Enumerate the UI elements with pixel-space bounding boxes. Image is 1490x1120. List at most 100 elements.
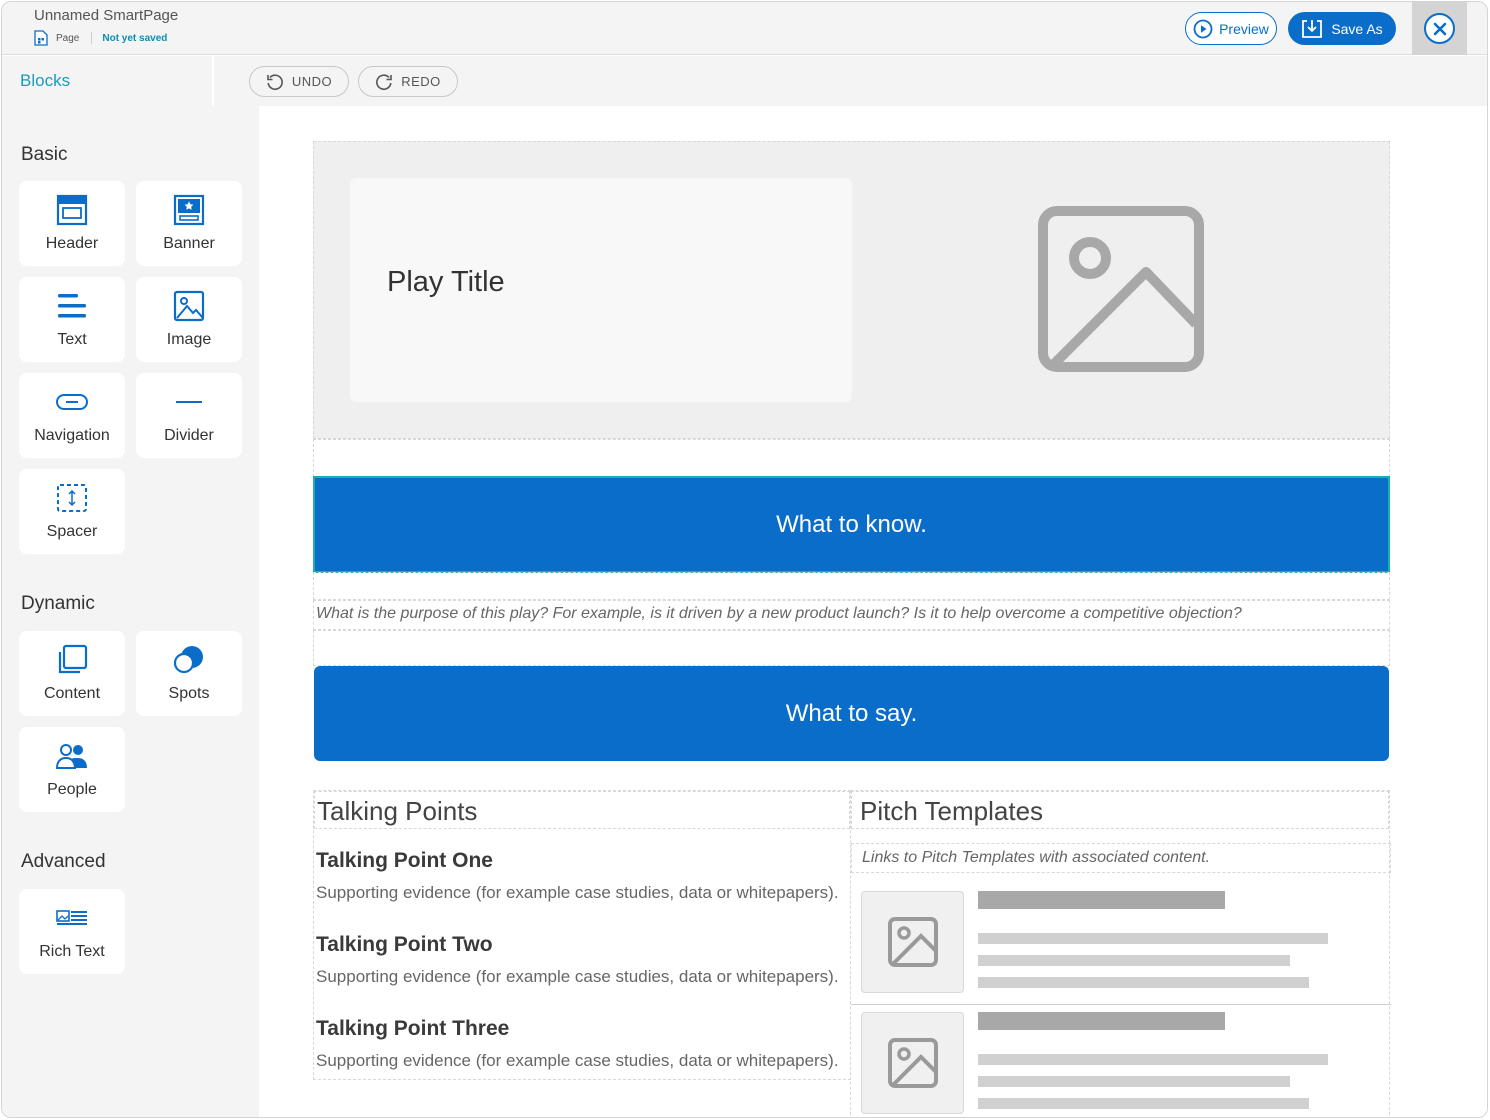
talking-point[interactable]: Talking Point Two Supporting evidence (f… [314, 933, 839, 987]
banner-know-text[interactable]: What to know. [776, 511, 927, 539]
block-label: Text [57, 331, 87, 348]
download-icon [1302, 19, 1323, 38]
talking-points-column[interactable]: Talking Points Talking Point One Support… [313, 790, 851, 1080]
banner-what-to-say[interactable]: What to say. [314, 666, 1389, 761]
block-label: Navigation [34, 427, 110, 444]
section-advanced-title: Advanced [21, 851, 106, 872]
image-placeholder-icon[interactable] [1038, 206, 1204, 372]
preview-label: Preview [1219, 20, 1269, 37]
block-rich-text[interactable]: Rich Text [19, 889, 125, 974]
pitch-template-card[interactable] [851, 887, 1391, 1005]
placeholder-line [978, 1098, 1309, 1109]
block-header[interactable]: Header [19, 181, 125, 266]
talking-points-heading[interactable]: Talking Points [314, 791, 850, 829]
blocks-sidebar: Basic Header Banner Text Image Navigatio… [2, 106, 259, 1117]
placeholder-line [978, 977, 1309, 988]
block-label: People [47, 781, 97, 798]
banner-what-to-know[interactable]: What to know. [313, 476, 1390, 573]
block-label: Banner [163, 235, 215, 252]
section-dynamic-title: Dynamic [21, 593, 95, 614]
document-meta: Page Not yet saved [34, 30, 167, 46]
purpose-text-block[interactable]: What is the purpose of this play? For ex… [313, 600, 1390, 630]
block-navigation[interactable]: Navigation [19, 373, 125, 458]
block-text[interactable]: Text [19, 277, 125, 362]
placeholder-line [978, 1076, 1290, 1087]
banner-say-text[interactable]: What to say. [786, 700, 918, 728]
save-as-button[interactable]: Save As [1288, 12, 1396, 45]
content-stack-icon [56, 643, 88, 677]
pitch-template-card[interactable] [851, 1008, 1391, 1117]
navigation-pill-icon [55, 385, 89, 419]
block-label: Spacer [46, 523, 98, 540]
pitch-templates-desc[interactable]: Links to Pitch Templates with associated… [851, 843, 1391, 873]
block-label: Spots [168, 685, 210, 702]
block-label: Header [45, 235, 99, 252]
block-spots[interactable]: Spots [136, 631, 242, 716]
image-icon [173, 289, 205, 323]
banner-block-icon [173, 193, 205, 227]
people-icon [55, 739, 89, 773]
page-canvas: Play Title What to know. What is the pur… [259, 106, 1487, 1117]
close-button[interactable] [1412, 2, 1467, 55]
save-status: Not yet saved [102, 32, 168, 44]
block-spacer[interactable]: Spacer [19, 469, 125, 554]
block-divider[interactable]: Divider [136, 373, 242, 458]
text-lines-icon [56, 289, 88, 323]
top-bar: Unnamed SmartPage Page Not yet saved Pre… [2, 2, 1487, 55]
thumbnail-image-icon [861, 891, 964, 993]
pitch-templates-heading[interactable]: Pitch Templates [851, 791, 1389, 829]
purpose-text[interactable]: What is the purpose of this play? For ex… [316, 605, 1242, 622]
placeholder-line [978, 955, 1290, 966]
block-content[interactable]: Content [19, 631, 125, 716]
page-icon [34, 30, 48, 46]
pitch-templates-column[interactable]: Pitch Templates Links to Pitch Templates… [850, 790, 1391, 1117]
meta-divider [91, 32, 93, 44]
header-block-icon [56, 193, 88, 227]
talking-point-desc[interactable]: Supporting evidence (for example case st… [314, 883, 839, 903]
redo-icon [376, 73, 393, 90]
section-basic-title: Basic [21, 144, 68, 165]
preview-button[interactable]: Preview [1185, 12, 1277, 45]
block-people[interactable]: People [19, 727, 125, 812]
block-label: Rich Text [39, 943, 105, 960]
page-type-label: Page [56, 32, 80, 44]
placeholder-line [978, 933, 1328, 944]
spots-icon [172, 643, 206, 677]
hero-title[interactable]: Play Title [387, 266, 505, 299]
talking-point-desc[interactable]: Supporting evidence (for example case st… [314, 1051, 839, 1071]
document-title[interactable]: Unnamed SmartPage [34, 7, 178, 24]
tab-blocks-label: Blocks [20, 71, 71, 90]
divider-line-icon [174, 385, 204, 419]
spacer-icon [56, 481, 88, 515]
block-image[interactable]: Image [136, 277, 242, 362]
talking-point[interactable]: Talking Point Three Supporting evidence … [314, 1017, 839, 1071]
talking-point-title[interactable]: Talking Point Two [314, 933, 839, 957]
talking-point-title[interactable]: Talking Point One [314, 849, 839, 873]
undo-button[interactable]: UNDO [249, 66, 349, 97]
close-icon [1424, 13, 1455, 44]
hero-title-card[interactable]: Play Title [350, 178, 852, 402]
block-label: Image [166, 331, 212, 348]
redo-button[interactable]: REDO [358, 66, 458, 97]
toolbar: Blocks UNDO REDO [2, 56, 1487, 106]
placeholder-title-bar [978, 891, 1225, 909]
undo-label: UNDO [291, 74, 333, 89]
thumbnail-image-icon [861, 1012, 964, 1114]
rich-text-icon [55, 901, 89, 935]
undo-icon [267, 73, 283, 90]
save-as-label: Save As [1331, 20, 1383, 37]
play-icon [1193, 19, 1213, 38]
hero-block[interactable]: Play Title [313, 141, 1390, 439]
block-label: Divider [164, 427, 214, 444]
spacer-block[interactable] [313, 572, 1390, 600]
placeholder-line [978, 1054, 1328, 1065]
redo-label: REDO [401, 74, 441, 89]
spacer-block[interactable] [313, 630, 1390, 666]
talking-point[interactable]: Talking Point One Supporting evidence (f… [314, 849, 839, 903]
talking-point-title[interactable]: Talking Point Three [314, 1017, 839, 1041]
block-banner[interactable]: Banner [136, 181, 242, 266]
tab-blocks[interactable]: Blocks [2, 56, 214, 106]
spacer-block[interactable] [313, 439, 1390, 477]
placeholder-title-bar [978, 1012, 1225, 1030]
talking-point-desc[interactable]: Supporting evidence (for example case st… [314, 967, 839, 987]
